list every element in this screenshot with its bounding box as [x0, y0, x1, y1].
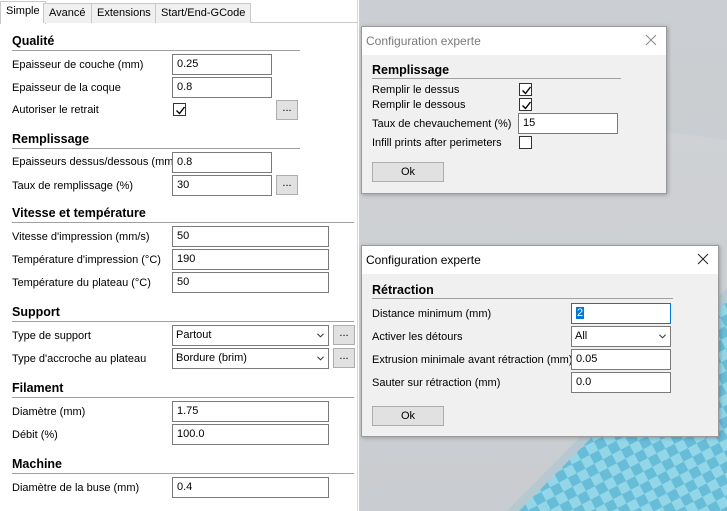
combing-select[interactable]: All [571, 326, 671, 347]
infill-after-perimeters-checkbox[interactable] [519, 136, 532, 149]
shell-thickness-label: Epaisseur de la coque [12, 82, 121, 94]
dialog-section-title: Rétraction [372, 283, 434, 297]
adhesion-type-select[interactable]: Bordure (brim) [172, 348, 329, 369]
combing-value: All [575, 330, 588, 342]
dialog-section-title: Remplissage [372, 63, 450, 77]
flow-input[interactable]: 100.0 [172, 424, 329, 445]
z-hop-label: Sauter sur rétraction (mm) [372, 377, 501, 389]
retraction-checkbox[interactable] [173, 103, 186, 116]
dialog-titlebar[interactable]: Configuration experte [362, 27, 666, 55]
overlap-label: Taux de chevauchement (%) [372, 118, 512, 130]
tab-start-end-gcode[interactable]: Start/End-GCode [155, 3, 252, 23]
filament-diameter-input[interactable]: 1.75 [172, 401, 329, 422]
settings-panel: Simple Avancé Extensions Start/End-GCode… [0, 0, 358, 511]
adhesion-type-label: Type d'accroche au plateau [12, 353, 147, 365]
section-title-speed: Vitesse et température [12, 206, 146, 220]
combing-label: Activer les détours [372, 331, 463, 343]
divider [372, 78, 621, 79]
nozzle-diameter-label: Diamètre de la buse (mm) [12, 482, 140, 494]
tab-simple[interactable]: Simple [0, 1, 46, 24]
fill-top-label: Remplir le dessus [372, 84, 460, 96]
bed-temp-label: Température du plateau (°C) [12, 277, 151, 289]
divider [12, 148, 300, 149]
close-icon[interactable] [644, 33, 658, 47]
checkmark-icon [522, 86, 532, 95]
close-icon[interactable] [696, 252, 710, 266]
divider [372, 298, 673, 299]
tab-avance[interactable]: Avancé [43, 3, 92, 23]
fill-density-input[interactable]: 30 [172, 175, 272, 196]
bed-temp-input[interactable]: 50 [172, 272, 329, 293]
min-distance-input[interactable]: 2 [571, 303, 671, 324]
infill-after-perimeters-label: Infill prints after perimeters [372, 137, 502, 149]
layer-height-input[interactable]: 0.25 [172, 54, 272, 75]
dialog-title: Configuration experte [366, 34, 481, 48]
section-title-quality: Qualité [12, 34, 55, 48]
adhesion-type-value: Bordure (brim) [176, 352, 247, 364]
support-type-value: Partout [176, 329, 212, 341]
layer-height-label: Epaisseur de couche (mm) [12, 59, 144, 71]
min-extrusion-label: Extrusion minimale avant rétraction (mm) [372, 354, 573, 366]
min-extrusion-input[interactable]: 0.05 [571, 349, 671, 370]
chevron-down-icon [317, 333, 324, 338]
divider [12, 321, 354, 322]
flow-label: Débit (%) [12, 429, 58, 441]
divider [12, 397, 354, 398]
section-title-support: Support [12, 305, 60, 319]
filament-diameter-label: Diamètre (mm) [12, 406, 86, 418]
expert-config-dialog-fill: Configuration experte Remplissage Rempli… [361, 26, 667, 194]
ok-button[interactable]: Ok [372, 406, 444, 426]
dialog-titlebar[interactable]: Configuration experte [362, 246, 718, 274]
dialog-title: Configuration experte [366, 253, 481, 267]
fill-bottom-checkbox[interactable] [519, 98, 532, 111]
fill-top-checkbox[interactable] [519, 83, 532, 96]
top-bottom-thickness-input[interactable]: 0.8 [172, 152, 272, 173]
print-temp-input[interactable]: 190 [172, 249, 329, 270]
print-speed-input[interactable]: 50 [172, 226, 329, 247]
tab-bar: Simple Avancé Extensions Start/End-GCode [0, 0, 358, 24]
chevron-down-icon [317, 356, 324, 361]
fill-density-label: Taux de remplissage (%) [12, 180, 134, 192]
fill-more-button[interactable]: ... [276, 175, 298, 195]
section-title-fill: Remplissage [12, 132, 90, 146]
fill-bottom-label: Remplir le dessous [372, 99, 466, 111]
expert-config-dialog-retraction: Configuration experte Rétraction Distanc… [361, 245, 719, 437]
divider [12, 222, 354, 223]
divider [12, 50, 300, 51]
min-distance-value: 2 [576, 307, 585, 319]
support-type-label: Type de support [12, 330, 91, 342]
ok-button[interactable]: Ok [372, 162, 444, 182]
support-type-select[interactable]: Partout [172, 325, 329, 346]
checkmark-icon [522, 101, 532, 110]
top-bottom-thickness-label: Epaisseurs dessus/dessous (mm) [12, 156, 178, 168]
section-title-machine: Machine [12, 457, 63, 471]
retraction-label: Autoriser le retrait [12, 104, 99, 116]
retraction-more-button[interactable]: ... [276, 100, 298, 120]
section-title-filament: Filament [12, 381, 64, 395]
min-distance-label: Distance minimum (mm) [372, 308, 492, 320]
nozzle-diameter-input[interactable]: 0.4 [172, 477, 329, 498]
chevron-down-icon [659, 334, 666, 339]
adhesion-more-button[interactable]: ... [333, 348, 355, 368]
checkmark-icon [176, 106, 186, 115]
print-speed-label: Vitesse d'impression (mm/s) [12, 231, 150, 243]
z-hop-input[interactable]: 0.0 [571, 372, 671, 393]
tab-extensions[interactable]: Extensions [91, 3, 157, 23]
overlap-input[interactable]: 15 [518, 113, 618, 134]
print-temp-label: Température d'impression (°C) [12, 254, 161, 266]
support-more-button[interactable]: ... [333, 325, 355, 345]
shell-thickness-input[interactable]: 0.8 [172, 77, 272, 98]
divider [12, 473, 354, 474]
